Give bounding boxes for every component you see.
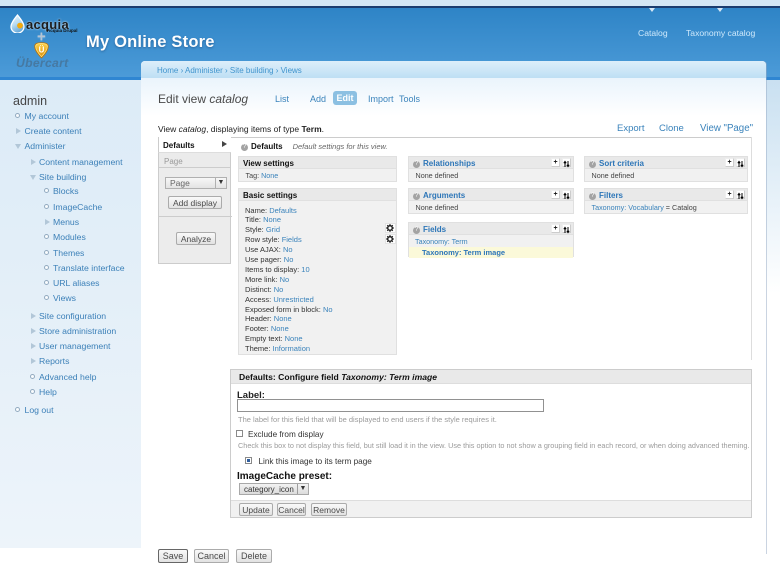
svg-text:Ü: Ü	[39, 46, 45, 55]
